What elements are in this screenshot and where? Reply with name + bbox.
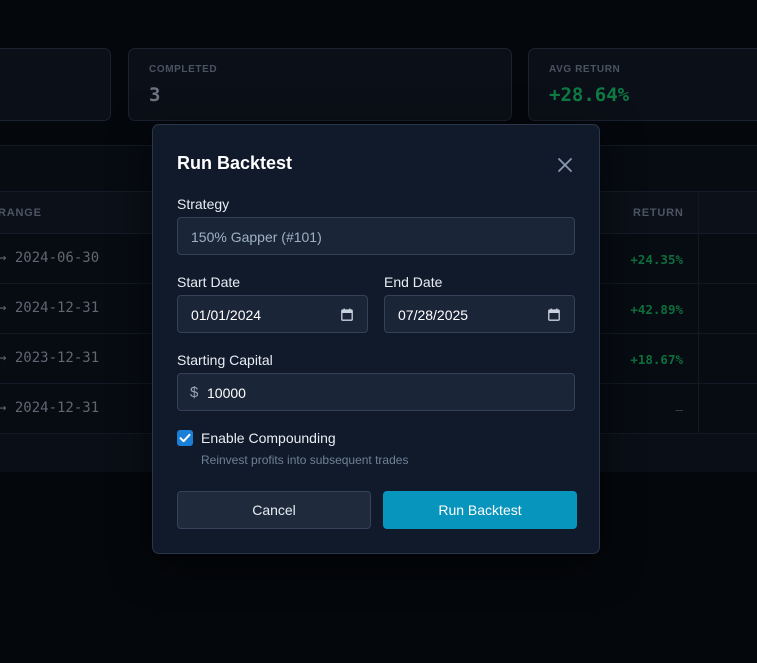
enable-compounding-label[interactable]: Enable Compounding [201,430,336,446]
modal-title: Run Backtest [177,153,293,173]
compounding-hint: Reinvest profits into subsequent trades [201,453,409,467]
starting-capital-input[interactable]: $ 10000 [177,373,575,411]
return-cell: +24.35% [630,252,683,267]
end-date-value: 07/28/2025 [398,307,469,323]
stat-value-completed: 3 [149,84,161,106]
stat-label-avg-return: AVG RETURN [549,64,621,75]
range-end-cell: → 2024-12-31 [0,300,100,316]
close-button[interactable] [553,153,577,177]
start-date-input[interactable]: 01/01/2024 [177,295,368,333]
close-icon [558,158,572,172]
return-cell: — [675,402,683,417]
run-backtest-button[interactable]: Run Backtest [383,491,577,529]
stat-card-partial [0,48,111,121]
end-date-label: End Date [384,274,443,290]
run-backtest-modal: Run Backtest Strategy 150% Gapper (#101)… [152,124,600,554]
stat-card-completed: COMPLETED 3 [128,48,512,121]
stat-value-avg-return: +28.64% [549,84,630,106]
calendar-icon[interactable] [341,308,353,321]
strategy-label: Strategy [177,196,230,212]
start-date-value: 01/01/2024 [191,307,262,323]
app-root: COMPLETED 3 AVG RETURN +28.64% RANGE RET… [0,0,757,663]
calendar-icon[interactable] [548,308,560,321]
strategy-select[interactable]: 150% Gapper (#101) [177,217,575,255]
end-date-input[interactable]: 07/28/2025 [384,295,575,333]
starting-capital-label: Starting Capital [177,352,273,368]
range-end-cell: → 2024-12-31 [0,400,100,416]
cancel-button[interactable]: Cancel [177,491,371,529]
enable-compounding-checkbox[interactable] [177,430,193,446]
column-header-return[interactable]: RETURN [633,207,684,219]
start-date-label: Start Date [177,274,241,290]
stat-card-avg-return: AVG RETURN +28.64% [528,48,757,121]
return-cell: +42.89% [630,302,683,317]
check-icon [179,433,191,443]
range-end-cell: → 2024-06-30 [0,250,100,266]
currency-symbol: $ [190,384,199,401]
return-cell: +18.67% [630,352,683,367]
starting-capital-value: 10000 [207,385,246,401]
column-header-range[interactable]: RANGE [0,207,42,219]
strategy-selected-value: 150% Gapper (#101) [191,229,322,245]
range-end-cell: → 2023-12-31 [0,350,100,366]
stat-label-completed: COMPLETED [149,64,218,75]
